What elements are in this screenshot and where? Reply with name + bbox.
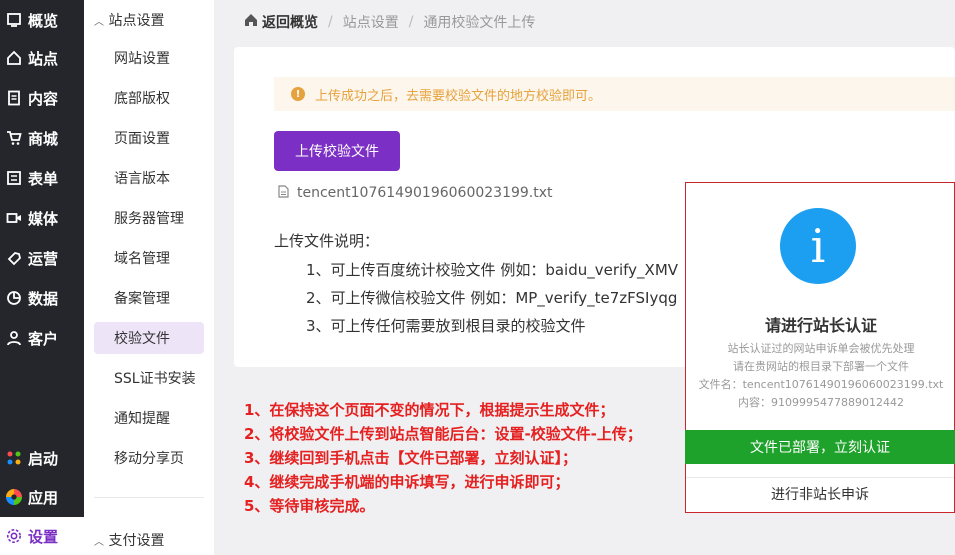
breadcrumb-level2: 通用校验文件上传 bbox=[423, 15, 536, 31]
subnav-group-site-settings[interactable]: ︿ 站点设置 bbox=[94, 10, 164, 30]
subnav-item-mobile-share[interactable]: 移动分享页 bbox=[94, 442, 204, 474]
non-webmaster-appeal-button[interactable]: 进行非站长申诉 bbox=[686, 479, 954, 509]
nav-label: 表单 bbox=[28, 169, 59, 188]
home-icon bbox=[6, 50, 22, 66]
annotation-step-1: 1、在保持这个页面不变的情况下，根据提示生成文件； bbox=[244, 401, 615, 419]
modal-title: 请进行站长认证 bbox=[764, 316, 877, 335]
upload-instruction-2: 2、可上传微信校验文件 例如：MP_verify_te7zFSIyqg bbox=[306, 289, 678, 307]
launch-icon bbox=[6, 450, 22, 466]
main-nav: 概览 站点 内容 商城 表单 媒体 运营 数据 客户 启动 应用 设置 bbox=[0, 0, 84, 555]
breadcrumb-home[interactable]: 返回概览 bbox=[262, 12, 318, 32]
breadcrumb-separator: / bbox=[328, 14, 333, 30]
nav-label: 站点 bbox=[28, 49, 59, 68]
upload-verify-file-button[interactable]: 上传校验文件 bbox=[274, 131, 400, 171]
nav-label: 内容 bbox=[28, 89, 59, 108]
upload-instructions-title: 上传文件说明： bbox=[274, 232, 380, 250]
modal-divider bbox=[686, 477, 954, 478]
nav-label: 运营 bbox=[28, 249, 59, 268]
annotation-step-4: 4、继续完成手机端的申诉填写，进行申诉即可； bbox=[244, 473, 570, 491]
subnav-item-server[interactable]: 服务器管理 bbox=[94, 202, 204, 234]
modal-desc-line-2: 请在贵网站的根目录下部署一个文件 bbox=[733, 360, 909, 373]
nav-label: 数据 bbox=[28, 289, 59, 308]
breadcrumb: 返回概览 / 站点设置 / 通用校验文件上传 bbox=[244, 12, 535, 32]
nav-label: 媒体 bbox=[28, 209, 59, 228]
subnav-item-language[interactable]: 语言版本 bbox=[94, 162, 204, 194]
breadcrumb-separator: / bbox=[408, 14, 414, 30]
nav-item-launch[interactable]: 启动 bbox=[0, 438, 84, 478]
document-icon bbox=[6, 90, 22, 106]
webmaster-verify-modal: i 请进行站长认证 站长认证过的网站申诉单会被优先处理 请在贵网站的根目录下部署… bbox=[685, 182, 955, 513]
upload-instruction-3: 3、可上传任何需要放到根目录的校验文件 bbox=[306, 317, 586, 335]
form-icon bbox=[6, 170, 22, 186]
nav-item-content[interactable]: 内容 bbox=[0, 78, 84, 118]
annotation-steps: 1、在保持这个页面不变的情况下，根据提示生成文件； 2、将校验文件上传到站点智能… bbox=[244, 398, 642, 518]
modal-file-name: 文件名：tencent10761490196060023199.txt bbox=[698, 378, 944, 391]
nav-item-shop[interactable]: 商城 bbox=[0, 118, 84, 158]
modal-desc-line-1: 站长认证过的网站申诉单会被优先处理 bbox=[727, 342, 915, 355]
subnav-item-website-settings[interactable]: 网站设置 bbox=[94, 42, 204, 74]
nav-label: 启动 bbox=[28, 449, 59, 468]
apps-icon bbox=[6, 489, 22, 505]
warning-icon: ! bbox=[291, 87, 305, 101]
info-icon: i bbox=[780, 208, 856, 284]
video-icon bbox=[6, 210, 22, 226]
file-deployed-verify-button[interactable]: 文件已部署，立刻认证 bbox=[685, 430, 955, 464]
subnav-group-payment[interactable]: ︿ 支付设置 bbox=[94, 530, 164, 550]
file-icon bbox=[278, 184, 289, 202]
cart-icon bbox=[6, 130, 22, 146]
home-icon bbox=[244, 13, 258, 31]
chevron-up-icon: ︿ bbox=[94, 537, 104, 548]
uploaded-file[interactable]: tencent10761490196060023199.txt bbox=[278, 184, 553, 202]
nav-label: 概览 bbox=[28, 11, 59, 30]
gear-icon bbox=[6, 528, 22, 544]
subnav-item-ssl[interactable]: SSL证书安装 bbox=[94, 362, 204, 394]
sub-nav: ︿ 站点设置 网站设置 底部版权 页面设置 语言版本 服务器管理 域名管理 备案… bbox=[84, 0, 214, 555]
chart-icon bbox=[6, 290, 22, 306]
annotation-step-2: 2、将校验文件上传到站点智能后台：设置-校验文件-上传； bbox=[244, 425, 642, 443]
subnav-item-verify-file[interactable]: 校验文件 bbox=[94, 322, 204, 354]
annotation-step-3: 3、继续回到手机点击【文件已部署，立刻认证】； bbox=[244, 449, 577, 467]
breadcrumb-level1[interactable]: 站点设置 bbox=[343, 12, 399, 32]
nav-item-forms[interactable]: 表单 bbox=[0, 158, 84, 198]
nav-label: 应用 bbox=[28, 488, 59, 507]
subnav-item-page-settings[interactable]: 页面设置 bbox=[94, 122, 204, 154]
alert-text: 上传成功之后，去需要校验文件的地方校验即可。 bbox=[315, 88, 602, 104]
nav-item-overview[interactable]: 概览 bbox=[0, 0, 84, 40]
user-icon bbox=[6, 330, 22, 346]
chevron-up-icon: ︿ bbox=[94, 17, 104, 28]
success-alert: ! 上传成功之后，去需要校验文件的地方校验即可。 bbox=[274, 77, 955, 111]
nav-label: 设置 bbox=[28, 527, 59, 546]
nav-item-data[interactable]: 数据 bbox=[0, 278, 84, 318]
nav-label: 商城 bbox=[28, 129, 59, 148]
nav-item-media[interactable]: 媒体 bbox=[0, 198, 84, 238]
nav-item-settings[interactable]: 设置 bbox=[0, 517, 84, 555]
upload-instruction-1: 1、可上传百度统计校验文件 例如：baidu_verify_XMV bbox=[306, 261, 679, 279]
overview-icon bbox=[6, 12, 22, 28]
annotation-step-5: 5、等待审核完成。 bbox=[244, 497, 375, 515]
nav-item-site[interactable]: 站点 bbox=[0, 38, 84, 78]
subnav-item-icp[interactable]: 备案管理 bbox=[94, 282, 204, 314]
nav-label: 客户 bbox=[28, 329, 59, 348]
subnav-divider bbox=[94, 497, 204, 498]
subnav-item-notifications[interactable]: 通知提醒 bbox=[94, 402, 204, 434]
nav-item-customers[interactable]: 客户 bbox=[0, 318, 84, 358]
tag-icon bbox=[6, 250, 22, 266]
uploaded-file-name: tencent10761490196060023199.txt bbox=[297, 185, 553, 201]
nav-item-operation[interactable]: 运营 bbox=[0, 238, 84, 278]
subnav-item-footer-copyright[interactable]: 底部版权 bbox=[94, 82, 204, 114]
nav-item-apps[interactable]: 应用 bbox=[0, 477, 84, 517]
subnav-item-domain[interactable]: 域名管理 bbox=[94, 242, 204, 274]
modal-file-content: 内容：9109995477889012442 bbox=[738, 396, 904, 409]
